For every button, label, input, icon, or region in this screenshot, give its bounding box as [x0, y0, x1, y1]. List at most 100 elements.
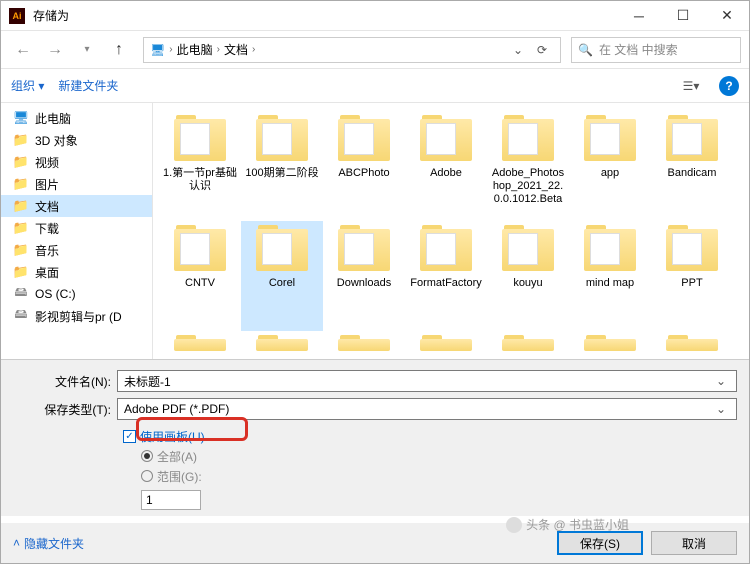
- chevron-right-icon: ›: [169, 44, 172, 55]
- folder-item[interactable]: [241, 331, 323, 359]
- sidebar-item[interactable]: 📁文档: [1, 195, 152, 217]
- folder-icon: [336, 115, 392, 163]
- folder-item[interactable]: Downloads: [323, 221, 405, 331]
- folder-item[interactable]: PPT: [651, 221, 733, 331]
- folder-label: Downloads: [337, 277, 391, 290]
- maximize-button[interactable]: ☐: [661, 1, 705, 31]
- folder-item[interactable]: mind map: [569, 221, 651, 331]
- folder-icon: [500, 115, 556, 163]
- sidebar-item-label: 音乐: [35, 242, 59, 259]
- drive-icon: 🖴: [13, 308, 29, 324]
- sidebar: 🖥此电脑📁3D 对象📁视频📁图片📁文档📁下载📁音乐📁桌面🖴OS (C:)🖴影视剪…: [1, 103, 153, 359]
- folder-item[interactable]: app: [569, 111, 651, 221]
- recent-button[interactable]: ▾: [73, 36, 101, 64]
- all-radio[interactable]: 全部(A): [141, 446, 737, 466]
- sidebar-item[interactable]: 🖴影视剪辑与pr (D: [1, 305, 152, 327]
- folder-icon: [582, 335, 638, 353]
- folder-icon: 📁: [13, 154, 29, 170]
- drive-icon: 🖴: [13, 286, 29, 302]
- folder-label: app: [601, 167, 619, 180]
- close-button[interactable]: ✕: [705, 1, 749, 31]
- hide-folders-button[interactable]: ˄ 隐藏文件夹: [13, 535, 84, 552]
- breadcrumb-item[interactable]: 此电脑: [177, 41, 213, 58]
- folder-item[interactable]: ABCPhoto: [323, 111, 405, 221]
- folder-label: Adobe: [430, 167, 462, 180]
- folder-icon: 📁: [13, 220, 29, 236]
- folder-icon: [254, 115, 310, 163]
- folder-item[interactable]: [487, 331, 569, 359]
- new-folder-button[interactable]: 新建文件夹: [58, 77, 118, 94]
- breadcrumb[interactable]: 🖥 › 此电脑 › 文档 › ⌄ ⟳: [143, 37, 561, 63]
- folder-item[interactable]: kouyu: [487, 221, 569, 331]
- cancel-button[interactable]: 取消: [651, 531, 737, 555]
- dialog-footer: ˄ 隐藏文件夹 保存(S) 取消: [1, 523, 749, 563]
- folder-icon: [582, 115, 638, 163]
- folder-label: mind map: [586, 277, 634, 290]
- folder-icon: [664, 225, 720, 273]
- sidebar-item-label: 桌面: [35, 264, 59, 281]
- range-radio[interactable]: 范围(G):: [141, 466, 737, 486]
- sidebar-item[interactable]: 🖴 OS (C:): [1, 283, 152, 305]
- radio-icon: [141, 470, 153, 482]
- folder-label: kouyu: [513, 277, 542, 290]
- view-options-button[interactable]: ☰▾: [677, 74, 705, 98]
- folder-item[interactable]: [651, 331, 733, 359]
- help-button[interactable]: ?: [719, 76, 739, 96]
- folder-icon: [172, 115, 228, 163]
- sidebar-item-label: 下载: [35, 220, 59, 237]
- folder-item[interactable]: Corel: [241, 221, 323, 331]
- search-input[interactable]: 🔍 在 文档 中搜索: [571, 37, 741, 63]
- folder-item[interactable]: Adobe: [405, 111, 487, 221]
- toolbar: 组织 ▾ 新建文件夹 ☰▾ ?: [1, 69, 749, 103]
- sidebar-item[interactable]: 📁 音乐: [1, 239, 152, 261]
- folder-label: 100期第二阶段: [245, 167, 318, 180]
- folder-icon: [336, 335, 392, 353]
- refresh-button[interactable]: ⟳: [530, 38, 554, 62]
- save-panel: 文件名(N): 未标题-1 ⌄ 保存类型(T): Adobe PDF (*.PD…: [1, 359, 749, 516]
- file-view[interactable]: 1.第一节pr基础认识 100期第二阶段 ABCPhoto Adobe Adobe_Ph…: [153, 103, 749, 359]
- sidebar-item-label: 文档: [35, 198, 59, 215]
- folder-item[interactable]: 100期第二阶段: [241, 111, 323, 221]
- back-button[interactable]: ←: [9, 36, 37, 64]
- folder-label: Corel: [269, 277, 295, 290]
- sidebar-item[interactable]: 🖥此电脑: [1, 107, 152, 129]
- folder-icon: [418, 115, 474, 163]
- folder-item[interactable]: FormatFactory: [405, 221, 487, 331]
- folder-icon: [172, 335, 228, 353]
- use-artboards-option[interactable]: ✓ 使用画板(U): [123, 426, 737, 446]
- search-placeholder: 在 文档 中搜索: [599, 41, 678, 58]
- folder-item[interactable]: CNTV: [159, 221, 241, 331]
- folder-item[interactable]: Adobe_Photoshop_2021_22.0.0.1012.Beta: [487, 111, 569, 221]
- sidebar-item[interactable]: 📁图片: [1, 173, 152, 195]
- breadcrumb-item[interactable]: 文档: [224, 41, 248, 58]
- folder-item[interactable]: 1.第一节pr基础认识: [159, 111, 241, 221]
- organize-menu[interactable]: 组织 ▾: [11, 77, 44, 94]
- breadcrumb-dropdown[interactable]: ⌄: [506, 38, 530, 62]
- sidebar-item[interactable]: 📁 下载: [1, 217, 152, 239]
- folder-item[interactable]: [159, 331, 241, 359]
- folder-item[interactable]: Bandicam: [651, 111, 733, 221]
- forward-button: →: [41, 36, 69, 64]
- folder-item[interactable]: [323, 331, 405, 359]
- sidebar-item-label: OS (C:): [35, 287, 76, 301]
- up-button[interactable]: ↑: [105, 36, 133, 64]
- sidebar-item[interactable]: 📁视频: [1, 151, 152, 173]
- folder-icon: [336, 225, 392, 273]
- folder-icon: 📁: [13, 242, 29, 258]
- save-button[interactable]: 保存(S): [557, 531, 643, 555]
- filename-history-dropdown[interactable]: ⌄: [712, 374, 730, 388]
- nav-bar: ← → ▾ ↑ 🖥 › 此电脑 › 文档 › ⌄ ⟳ 🔍 在 文档 中搜索: [1, 31, 749, 69]
- title-bar: Ai 存储为 ─ ☐ ✕: [1, 1, 749, 31]
- minimize-button[interactable]: ─: [617, 1, 661, 31]
- range-input[interactable]: 1: [141, 490, 201, 510]
- folder-label: ABCPhoto: [338, 167, 389, 180]
- sidebar-item[interactable]: 📁桌面: [1, 261, 152, 283]
- search-icon: 🔍: [578, 43, 593, 57]
- folder-item[interactable]: [569, 331, 651, 359]
- folder-label: Bandicam: [668, 167, 717, 180]
- sidebar-item-label: 此电脑: [35, 110, 71, 127]
- filetype-select[interactable]: Adobe PDF (*.PDF) ⌄: [117, 398, 737, 420]
- filename-input[interactable]: 未标题-1 ⌄: [117, 370, 737, 392]
- folder-item[interactable]: [405, 331, 487, 359]
- sidebar-item[interactable]: 📁3D 对象: [1, 129, 152, 151]
